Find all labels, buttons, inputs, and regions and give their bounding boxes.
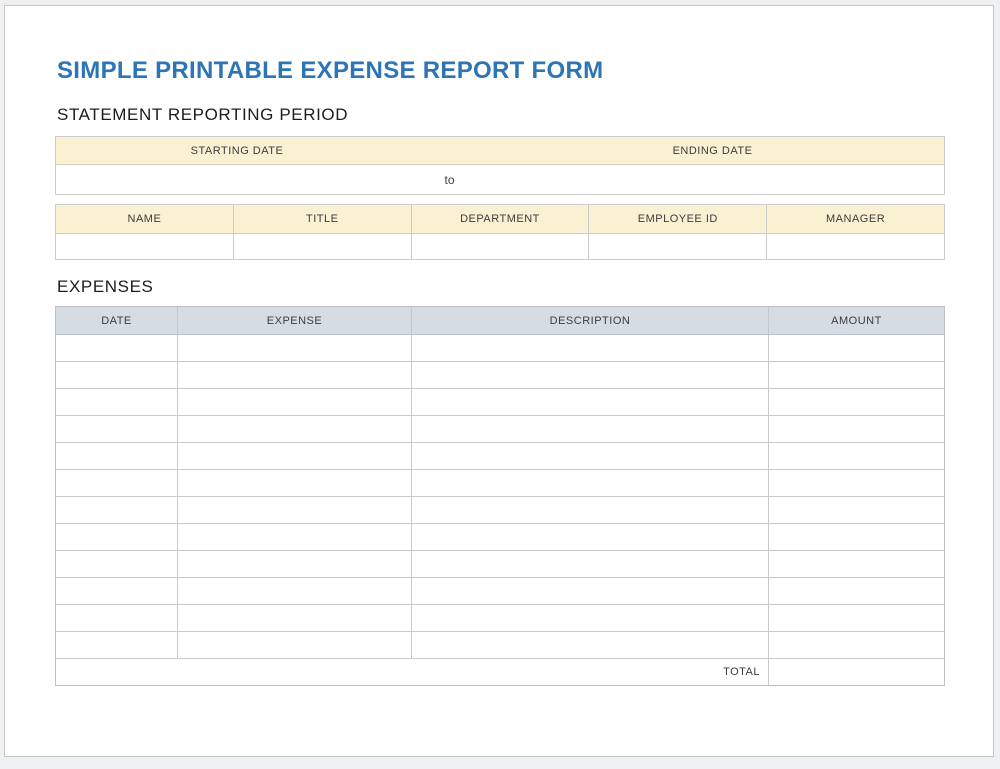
expense-cell-amount[interactable]: [769, 632, 944, 658]
expense-cell-date[interactable]: [56, 443, 178, 469]
expense-cell-date[interactable]: [56, 362, 178, 388]
expense-cell-amount[interactable]: [769, 416, 944, 442]
expense-row: [56, 443, 944, 470]
column-header-name: NAME: [56, 205, 234, 233]
expense-cell-description[interactable]: [412, 632, 769, 658]
expense-cell-date[interactable]: [56, 416, 178, 442]
expense-cell-amount[interactable]: [769, 551, 944, 577]
expense-cell-expense[interactable]: [178, 416, 412, 442]
expense-cell-amount[interactable]: [769, 578, 944, 604]
department-field[interactable]: [412, 234, 590, 259]
expense-cell-date[interactable]: [56, 335, 178, 361]
column-header-amount: AMOUNT: [769, 307, 944, 334]
expense-row: [56, 416, 944, 443]
expense-cell-date[interactable]: [56, 551, 178, 577]
expense-cell-expense[interactable]: [178, 335, 412, 361]
expense-cell-expense[interactable]: [178, 578, 412, 604]
name-field[interactable]: [56, 234, 234, 259]
expense-row: [56, 335, 944, 362]
expense-cell-expense[interactable]: [178, 443, 412, 469]
column-header-starting-date: STARTING DATE: [56, 137, 418, 164]
expense-cell-expense[interactable]: [178, 389, 412, 415]
expense-cell-expense[interactable]: [178, 605, 412, 631]
manager-field[interactable]: [767, 234, 944, 259]
column-header-expense: EXPENSE: [178, 307, 412, 334]
expense-cell-expense[interactable]: [178, 632, 412, 658]
expense-cell-amount[interactable]: [769, 524, 944, 550]
to-separator-label: to: [418, 165, 481, 194]
document-canvas: SIMPLE PRINTABLE EXPENSE REPORT FORM STA…: [0, 0, 1000, 769]
header-spacer-cell: [418, 137, 481, 164]
expense-cell-description[interactable]: [412, 524, 769, 550]
page-title: SIMPLE PRINTABLE EXPENSE REPORT FORM: [57, 57, 603, 85]
employee-info-header-row: NAME TITLE DEPARTMENT EMPLOYEE ID MANAGE…: [56, 205, 944, 234]
expense-row: [56, 389, 944, 416]
expense-row: [56, 497, 944, 524]
column-header-employee-id: EMPLOYEE ID: [589, 205, 767, 233]
column-header-ending-date: ENDING DATE: [481, 137, 944, 164]
ending-date-field[interactable]: [481, 165, 944, 194]
expense-cell-amount[interactable]: [769, 470, 944, 496]
expense-cell-description[interactable]: [412, 605, 769, 631]
expense-cell-date[interactable]: [56, 497, 178, 523]
expense-cell-expense[interactable]: [178, 470, 412, 496]
expense-cell-date[interactable]: [56, 524, 178, 550]
section-heading-reporting-period: STATEMENT REPORTING PERIOD: [57, 105, 348, 125]
expense-row: [56, 470, 944, 497]
expense-row: [56, 551, 944, 578]
expenses-table: DATE EXPENSE DESCRIPTION AMOUNT TOTAL: [55, 306, 945, 686]
expense-row: [56, 605, 944, 632]
expense-cell-date[interactable]: [56, 470, 178, 496]
total-label: TOTAL: [56, 659, 769, 685]
expense-cell-description[interactable]: [412, 362, 769, 388]
expense-cell-description[interactable]: [412, 389, 769, 415]
expense-cell-expense[interactable]: [178, 497, 412, 523]
expense-cell-date[interactable]: [56, 389, 178, 415]
expense-cell-amount[interactable]: [769, 389, 944, 415]
expense-cell-description[interactable]: [412, 443, 769, 469]
expense-rows: [56, 335, 944, 659]
column-header-department: DEPARTMENT: [412, 205, 590, 233]
expense-cell-description[interactable]: [412, 416, 769, 442]
expense-cell-date[interactable]: [56, 605, 178, 631]
expense-cell-description[interactable]: [412, 578, 769, 604]
expense-cell-amount[interactable]: [769, 605, 944, 631]
expense-cell-expense[interactable]: [178, 551, 412, 577]
column-header-title: TITLE: [234, 205, 412, 233]
expense-row: [56, 632, 944, 659]
section-heading-expenses: EXPENSES: [57, 277, 153, 297]
expense-cell-amount[interactable]: [769, 335, 944, 361]
column-header-description: DESCRIPTION: [412, 307, 769, 334]
expense-row: [56, 362, 944, 389]
expense-cell-description[interactable]: [412, 470, 769, 496]
expense-cell-description[interactable]: [412, 551, 769, 577]
expenses-header-row: DATE EXPENSE DESCRIPTION AMOUNT: [56, 307, 944, 335]
employee-id-field[interactable]: [589, 234, 767, 259]
starting-date-field[interactable]: [56, 165, 418, 194]
document-page: SIMPLE PRINTABLE EXPENSE REPORT FORM STA…: [4, 5, 994, 757]
column-header-date: DATE: [56, 307, 178, 334]
employee-info-table: NAME TITLE DEPARTMENT EMPLOYEE ID MANAGE…: [55, 204, 945, 260]
expense-cell-amount[interactable]: [769, 443, 944, 469]
title-field[interactable]: [234, 234, 412, 259]
expense-cell-amount[interactable]: [769, 362, 944, 388]
total-amount-field[interactable]: [769, 659, 944, 685]
expense-row: [56, 578, 944, 605]
expense-cell-description[interactable]: [412, 497, 769, 523]
reporting-period-header-row: STARTING DATE ENDING DATE: [56, 137, 944, 165]
expenses-total-row: TOTAL: [56, 659, 944, 685]
expense-cell-date[interactable]: [56, 632, 178, 658]
expense-cell-date[interactable]: [56, 578, 178, 604]
expense-cell-amount[interactable]: [769, 497, 944, 523]
column-header-manager: MANAGER: [767, 205, 944, 233]
expense-cell-expense[interactable]: [178, 524, 412, 550]
expense-cell-expense[interactable]: [178, 362, 412, 388]
expense-row: [56, 524, 944, 551]
reporting-period-table: STARTING DATE ENDING DATE to: [55, 136, 945, 195]
employee-info-value-row: [56, 234, 944, 259]
reporting-period-value-row: to: [56, 165, 944, 194]
expense-cell-description[interactable]: [412, 335, 769, 361]
